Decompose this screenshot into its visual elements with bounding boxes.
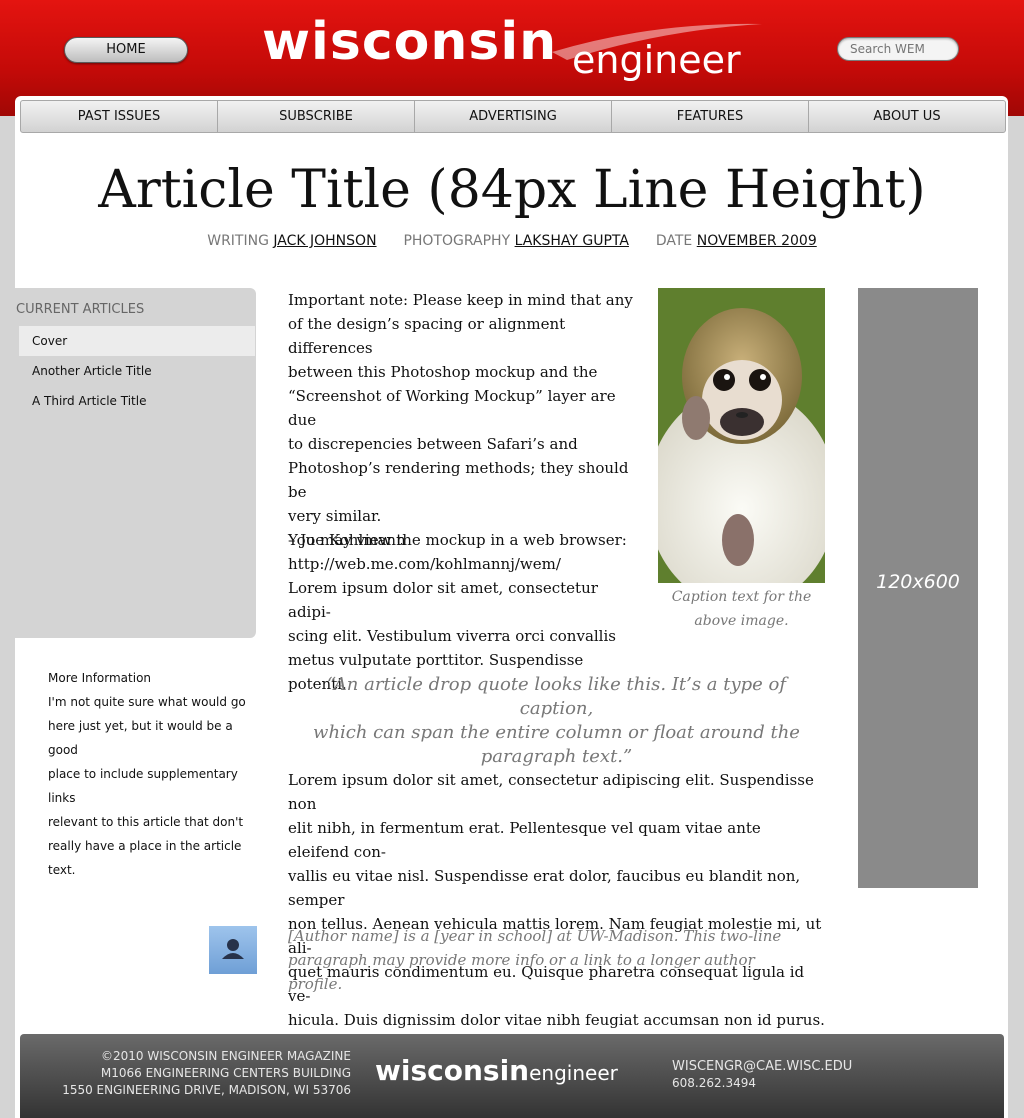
writing-label: WRITING (207, 233, 269, 249)
drop-quote-line: “An article drop quote looks like this. … (326, 674, 787, 719)
current-articles-sidebar: CURRENT ARTICLES Cover Another Article T… (15, 288, 256, 638)
note-line: Photoshop’s rendering methods; they shou… (288, 459, 629, 501)
site-logo[interactable]: wisconsin engineer (262, 12, 762, 84)
author-bio: [Author name] is a [year in school] at U… (288, 924, 808, 996)
logo-word-engineer: engineer (572, 38, 741, 82)
nav-features[interactable]: FEATURES (611, 101, 808, 132)
sidebar-heading: CURRENT ARTICLES (16, 302, 145, 317)
drop-quote: “An article drop quote looks like this. … (288, 673, 825, 769)
footer-logo[interactable]: wisconsinengineer (375, 1054, 618, 1087)
lorem2-line: vallis eu vitae nisl. Suspendisse erat d… (288, 867, 801, 909)
photographer-link[interactable]: LAKSHAY GUPTA (515, 233, 629, 249)
drop-quote-line: paragraph text.” (480, 746, 633, 767)
more-info-line: I'm not quite sure what would go (48, 695, 246, 709)
sidebar-item-cover[interactable]: Cover (19, 326, 255, 356)
more-info-line: place to include supplementary links (48, 767, 238, 805)
lorem2-line: elit nibh, in fermentum erat. Pellentesq… (288, 819, 761, 861)
sidebar-item-another-article[interactable]: Another Article Title (19, 356, 255, 386)
note-line: of the design’s spacing or alignment dif… (288, 315, 566, 357)
more-info-line: really have a place in the article text. (48, 839, 242, 877)
more-info-line: here just yet, but it would be a good (48, 719, 233, 757)
lorem2-line: hicula. Duis dignissim dolor vitae nibh … (288, 1011, 825, 1029)
note-line: very similar. (288, 507, 382, 525)
footer-email-link[interactable]: WISCENGR@CAE.WISC.EDU (672, 1058, 852, 1075)
nav-advertising[interactable]: ADVERTISING (414, 101, 611, 132)
search-input[interactable] (837, 37, 959, 61)
lorem2-line: Lorem ipsum dolor sit amet, consectetur … (288, 771, 814, 813)
footer-logo-word-wisconsin: wisconsin (375, 1054, 530, 1087)
more-information: More Information I'm not quite sure what… (48, 666, 263, 882)
main-nav: PAST ISSUES SUBSCRIBE ADVERTISING FEATUR… (20, 100, 1006, 133)
more-info-heading: More Information (48, 671, 152, 685)
note-line: “Screenshot of Working Mockup” layer are… (288, 387, 616, 429)
lorem1-line: scing elit. Vestibulum viverra orci conv… (288, 627, 616, 645)
footer-address-line: 1550 ENGINEERING DRIVE, MADISON, WI 5370… (62, 1083, 351, 1097)
mockup-link[interactable]: http://web.me.com/kohlmannj/wem/ (288, 552, 633, 576)
byline: WRITING JACK JOHNSON PHOTOGRAPHY LAKSHAY… (20, 233, 1004, 249)
footer-contact: WISCENGR@CAE.WISC.EDU 608.262.3494 (672, 1058, 852, 1092)
signature: – Joe Kohlmann (288, 531, 406, 549)
ad-placeholder[interactable]: 120x600 (858, 288, 978, 888)
note-line: to discrepencies between Safari’s and (288, 435, 578, 453)
caption-line: Caption text for the (671, 589, 812, 605)
author-bio-line: paragraph may provide more info or a lin… (288, 951, 755, 993)
footer-address-line: M1066 ENGINEERING CENTERS BUILDING (100, 1066, 351, 1080)
note-line: Important note: Please keep in mind that… (288, 291, 633, 309)
lorem1-line: Lorem ipsum dolor sit amet, consectetur … (288, 579, 598, 621)
drop-quote-line: which can span the entire column or floa… (313, 722, 800, 743)
user-silhouette-icon (222, 939, 244, 959)
nav-about-us[interactable]: ABOUT US (808, 101, 1005, 132)
footer-logo-word-engineer: engineer (529, 1061, 618, 1085)
nav-subscribe[interactable]: SUBSCRIBE (217, 101, 414, 132)
more-info-line: relevant to this article that don't (48, 815, 244, 829)
article-photo (658, 288, 825, 583)
footer-address: ©2010 WISCONSIN ENGINEER MAGAZINE M1066 … (62, 1048, 351, 1099)
caption-line: above image. (694, 613, 789, 629)
sidebar-item-third-article[interactable]: A Third Article Title (19, 386, 255, 416)
photo-caption: Caption text for the above image. (658, 585, 825, 633)
note-line: between this Photoshop mockup and the (288, 363, 598, 381)
footer: ©2010 WISCONSIN ENGINEER MAGAZINE M1066 … (20, 1034, 1004, 1118)
footer-address-line: ©2010 WISCONSIN ENGINEER MAGAZINE (101, 1049, 351, 1063)
date-label: DATE (655, 233, 693, 249)
author-bio-line: [Author name] is a [year in school] at U… (288, 927, 782, 945)
home-button[interactable]: HOME (64, 37, 188, 63)
article-title: Article Title (84px Line Height) (98, 160, 926, 220)
nav-past-issues[interactable]: PAST ISSUES (21, 101, 217, 132)
date-link[interactable]: NOVEMBER 2009 (697, 233, 817, 249)
author-avatar[interactable] (209, 926, 257, 974)
photography-label: PHOTOGRAPHY (403, 233, 511, 249)
writer-link[interactable]: JACK JOHNSON (273, 233, 376, 249)
logo-word-wisconsin: wisconsin (262, 12, 558, 72)
footer-phone: 608.262.3494 (672, 1076, 756, 1090)
